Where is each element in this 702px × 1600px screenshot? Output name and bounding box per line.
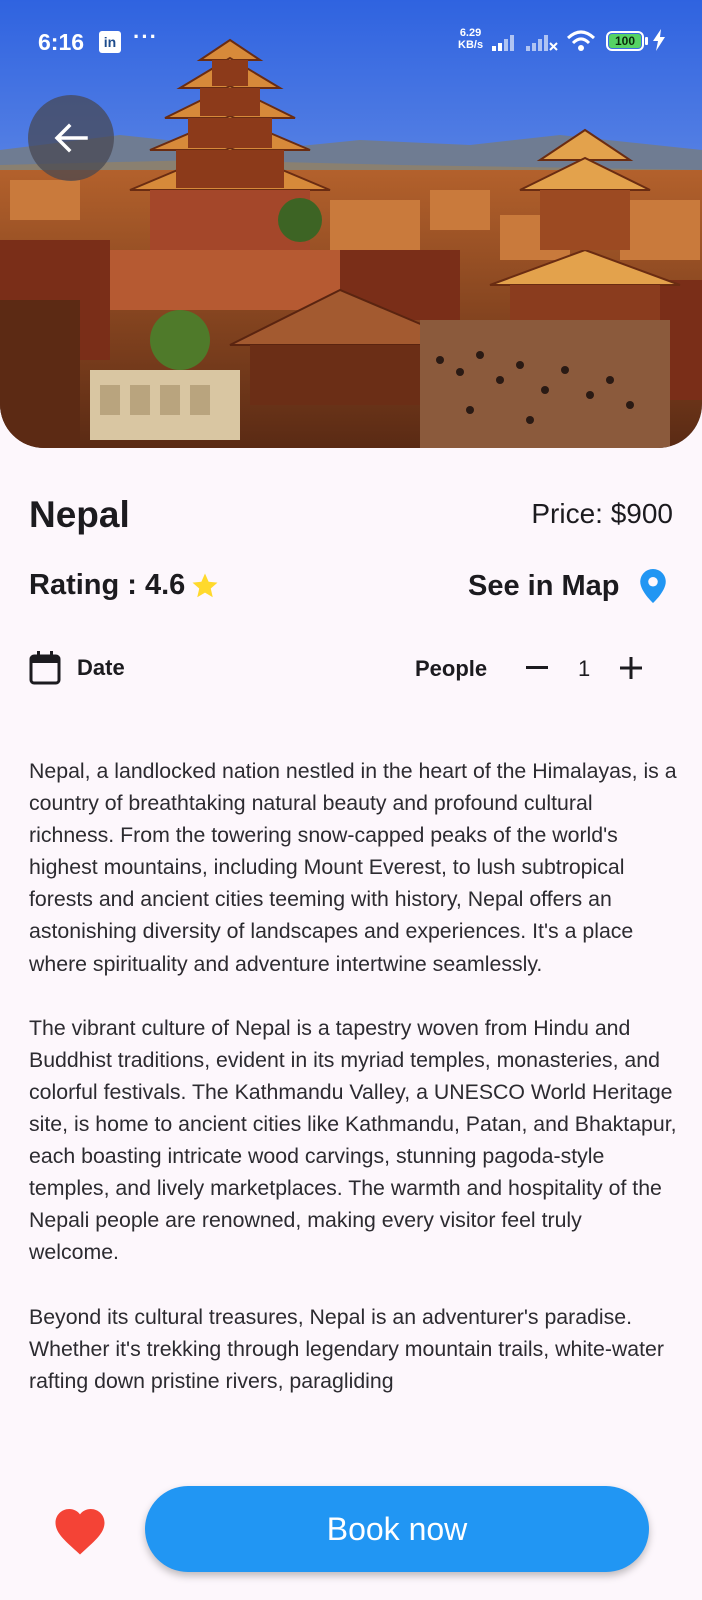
heart-icon <box>55 1509 105 1555</box>
destination-price: Price: $900 <box>531 498 673 529</box>
see-in-map-link[interactable]: See in Map <box>468 569 666 603</box>
book-now-button[interactable]: Book now <box>145 1486 649 1572</box>
charging-icon <box>653 29 665 51</box>
rating: Rating : 4.6 <box>29 569 221 602</box>
back-button[interactable] <box>28 95 114 181</box>
detail-screen: 6:16 in ··· 6.29 KB/s 100 Nepal Price: $… <box>0 0 702 1600</box>
battery-level: 100 <box>609 34 641 48</box>
increase-people-button[interactable] <box>615 650 647 686</box>
wifi-icon <box>566 30 596 51</box>
people-label: People <box>415 656 488 681</box>
people-quantity: 1 <box>578 656 591 681</box>
status-bar: 6:16 in ··· 6.29 KB/s 100 <box>0 0 702 86</box>
rating-text: Rating : 4.6 <box>29 569 186 601</box>
signal-2-icon <box>526 35 558 51</box>
more-notifications-icon: ··· <box>133 24 158 49</box>
destination-title: Nepal <box>29 494 130 535</box>
back-arrow-icon <box>54 123 88 153</box>
battery-nub <box>645 37 648 45</box>
network-speed: 6.29 KB/s <box>458 27 483 51</box>
calendar-icon <box>29 651 61 685</box>
destination-description: Nepal, a landlocked nation nestled in th… <box>29 759 677 1393</box>
network-speed-value: 6.29 <box>459 27 482 39</box>
map-pin-icon <box>639 569 666 603</box>
status-time: 6:16 <box>38 29 85 55</box>
battery-icon: 100 <box>606 31 644 51</box>
minus-icon <box>526 666 548 669</box>
network-speed-unit: KB/s <box>458 39 484 51</box>
linkedin-icon: in <box>99 31 121 53</box>
signal-icon <box>492 35 514 51</box>
date-picker-button[interactable]: Date <box>29 651 125 685</box>
book-now-label: Book now <box>326 1510 468 1547</box>
plus-icon <box>620 657 642 679</box>
date-label: Date <box>77 655 125 680</box>
see-in-map-label: See in Map <box>468 569 620 602</box>
decrease-people-button[interactable] <box>522 650 552 686</box>
star-icon <box>192 573 218 597</box>
favorite-button[interactable] <box>52 1504 108 1556</box>
